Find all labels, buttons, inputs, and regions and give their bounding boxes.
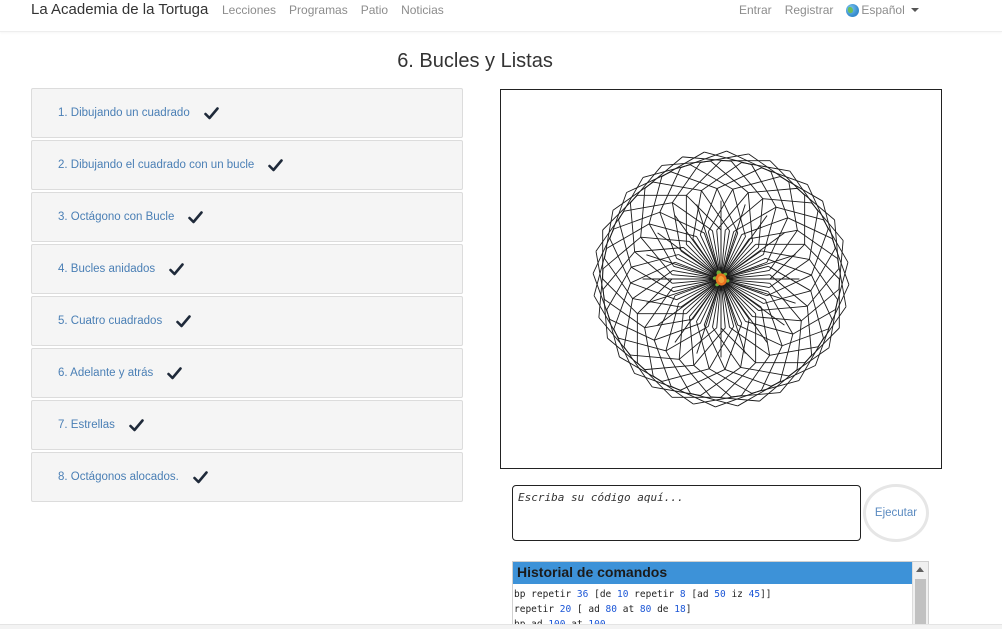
- turtle-line: [798, 337, 824, 381]
- nav-link-programas[interactable]: Programas: [289, 3, 348, 17]
- user-nav: Entrar Registrar Español: [739, 3, 919, 17]
- turtle-line: [732, 176, 781, 190]
- checkmark-icon: [169, 262, 184, 275]
- globe-icon: [846, 3, 860, 17]
- lesson-label: 8. Octágonos alocados.: [58, 471, 179, 483]
- lesson-label: 5. Cuatro cuadrados: [58, 315, 163, 327]
- language-label: Español: [861, 3, 905, 17]
- checkmark-icon: [167, 366, 183, 379]
- turtle-line: [823, 219, 849, 263]
- lesson-item[interactable]: 4. Bucles anidados: [31, 244, 463, 294]
- turtle-line: [696, 321, 710, 369]
- turtle-line: [758, 305, 808, 311]
- turtle-line: [763, 290, 811, 304]
- turtle-line: [657, 232, 722, 280]
- turtle-line: [644, 318, 693, 329]
- checkmark-icon: [176, 314, 192, 327]
- turtle-line: [619, 356, 663, 382]
- scroll-up-icon[interactable]: [916, 567, 924, 572]
- nav-link-noticias[interactable]: Noticias: [401, 3, 444, 17]
- turtle-line: [671, 202, 682, 251]
- register-link[interactable]: Registrar: [785, 3, 834, 17]
- turtle-line: [661, 151, 705, 177]
- turtle-line: [810, 290, 824, 339]
- turtle-line: [595, 210, 625, 252]
- history-scrollbar[interactable]: [912, 562, 928, 628]
- turtle-line: [634, 247, 684, 253]
- turtle-line: [631, 254, 679, 268]
- turtle-line: [760, 307, 771, 356]
- lesson-item[interactable]: 3. Octágono con Bucle: [31, 192, 463, 242]
- turtle-line: [779, 354, 812, 393]
- turtle-line: [796, 188, 835, 221]
- turtle-line: [674, 278, 722, 343]
- chevron-down-icon: [910, 8, 919, 12]
- turtle-line: [661, 368, 710, 382]
- checkmark-icon: [188, 210, 204, 223]
- lesson-label: 3. Octágono con Bucle: [58, 211, 175, 223]
- history-line[interactable]: bp repetir 36 [de 10 repetir 8 [ad 50 iz…: [514, 587, 913, 602]
- turtle-line: [593, 295, 619, 339]
- checkmark-icon: [268, 158, 284, 171]
- lesson-label: 6. Adelante y atrás: [58, 367, 154, 379]
- bottom-edge: [0, 624, 1002, 629]
- language-dropdown[interactable]: Español: [846, 3, 919, 17]
- command-history: Historial de comandos bp repetir 36 [de …: [512, 561, 929, 629]
- lesson-item[interactable]: 8. Octágonos alocados.: [31, 452, 463, 502]
- turtle-line: [737, 381, 781, 407]
- page-title: 6. Bucles y Listas: [397, 50, 553, 72]
- turtle-canvas: [500, 89, 942, 469]
- turtle-line: [747, 192, 753, 242]
- login-link[interactable]: Entrar: [739, 3, 772, 17]
- nav-link-patio[interactable]: Patio: [361, 3, 388, 17]
- lesson-label: 2. Dibujando el cuadrado con un bucle: [58, 159, 255, 171]
- brand-logo-link[interactable]: La Academia de la Tortuga: [31, 1, 208, 18]
- lesson-item[interactable]: 2. Dibujando el cuadrado con un bucle: [31, 140, 463, 190]
- turtle-line: [613, 211, 660, 230]
- turtle-line: [659, 167, 681, 213]
- top-navbar: La Academia de la Tortuga Lecciones Prog…: [0, 0, 1002, 32]
- main-nav: Lecciones Programas Patio Noticias: [222, 3, 444, 17]
- turtle-drawing: [592, 150, 850, 408]
- turtle-line: [624, 202, 673, 212]
- turtle-line: [609, 319, 655, 341]
- lesson-label: 1. Dibujando un cuadrado: [58, 107, 190, 119]
- lesson-item[interactable]: 6. Adelante y atrás: [31, 348, 463, 398]
- turtle-line: [779, 176, 823, 202]
- turtle-line: [720, 278, 785, 326]
- history-title: Historial de comandos: [513, 562, 913, 584]
- turtle-line: [593, 248, 608, 296]
- turtle-line: [749, 229, 798, 240]
- checkmark-icon: [203, 106, 219, 119]
- lesson-list: 1. Dibujando un cuadrado 2. Dibujando el…: [31, 88, 463, 504]
- turtle-line: [787, 217, 833, 239]
- turtle-line: [689, 316, 695, 366]
- history-lines: bp repetir 36 [de 10 repetir 8 [ad 50 iz…: [513, 584, 913, 628]
- run-button[interactable]: Ejecutar: [863, 484, 929, 542]
- turtle-line: [607, 337, 646, 370]
- checkmark-icon: [129, 418, 144, 431]
- turtle-line: [732, 189, 746, 237]
- lesson-item[interactable]: 7. Estrellas: [31, 400, 463, 450]
- history-line[interactable]: repetir 20 [ ad 80 at 80 de 18]: [514, 602, 913, 617]
- nav-link-lecciones[interactable]: Lecciones: [222, 3, 276, 17]
- lesson-item[interactable]: 1. Dibujando un cuadrado: [31, 88, 463, 138]
- turtle-line: [720, 215, 768, 280]
- code-input[interactable]: [512, 485, 861, 541]
- lesson-label: 4. Bucles anidados: [58, 263, 156, 275]
- lesson-item[interactable]: 5. Cuatro cuadrados: [31, 296, 463, 346]
- checkmark-icon: [193, 470, 208, 483]
- lesson-label: 7. Estrellas: [58, 419, 115, 431]
- scroll-thumb[interactable]: [915, 579, 926, 628]
- turtle-line: [761, 345, 783, 391]
